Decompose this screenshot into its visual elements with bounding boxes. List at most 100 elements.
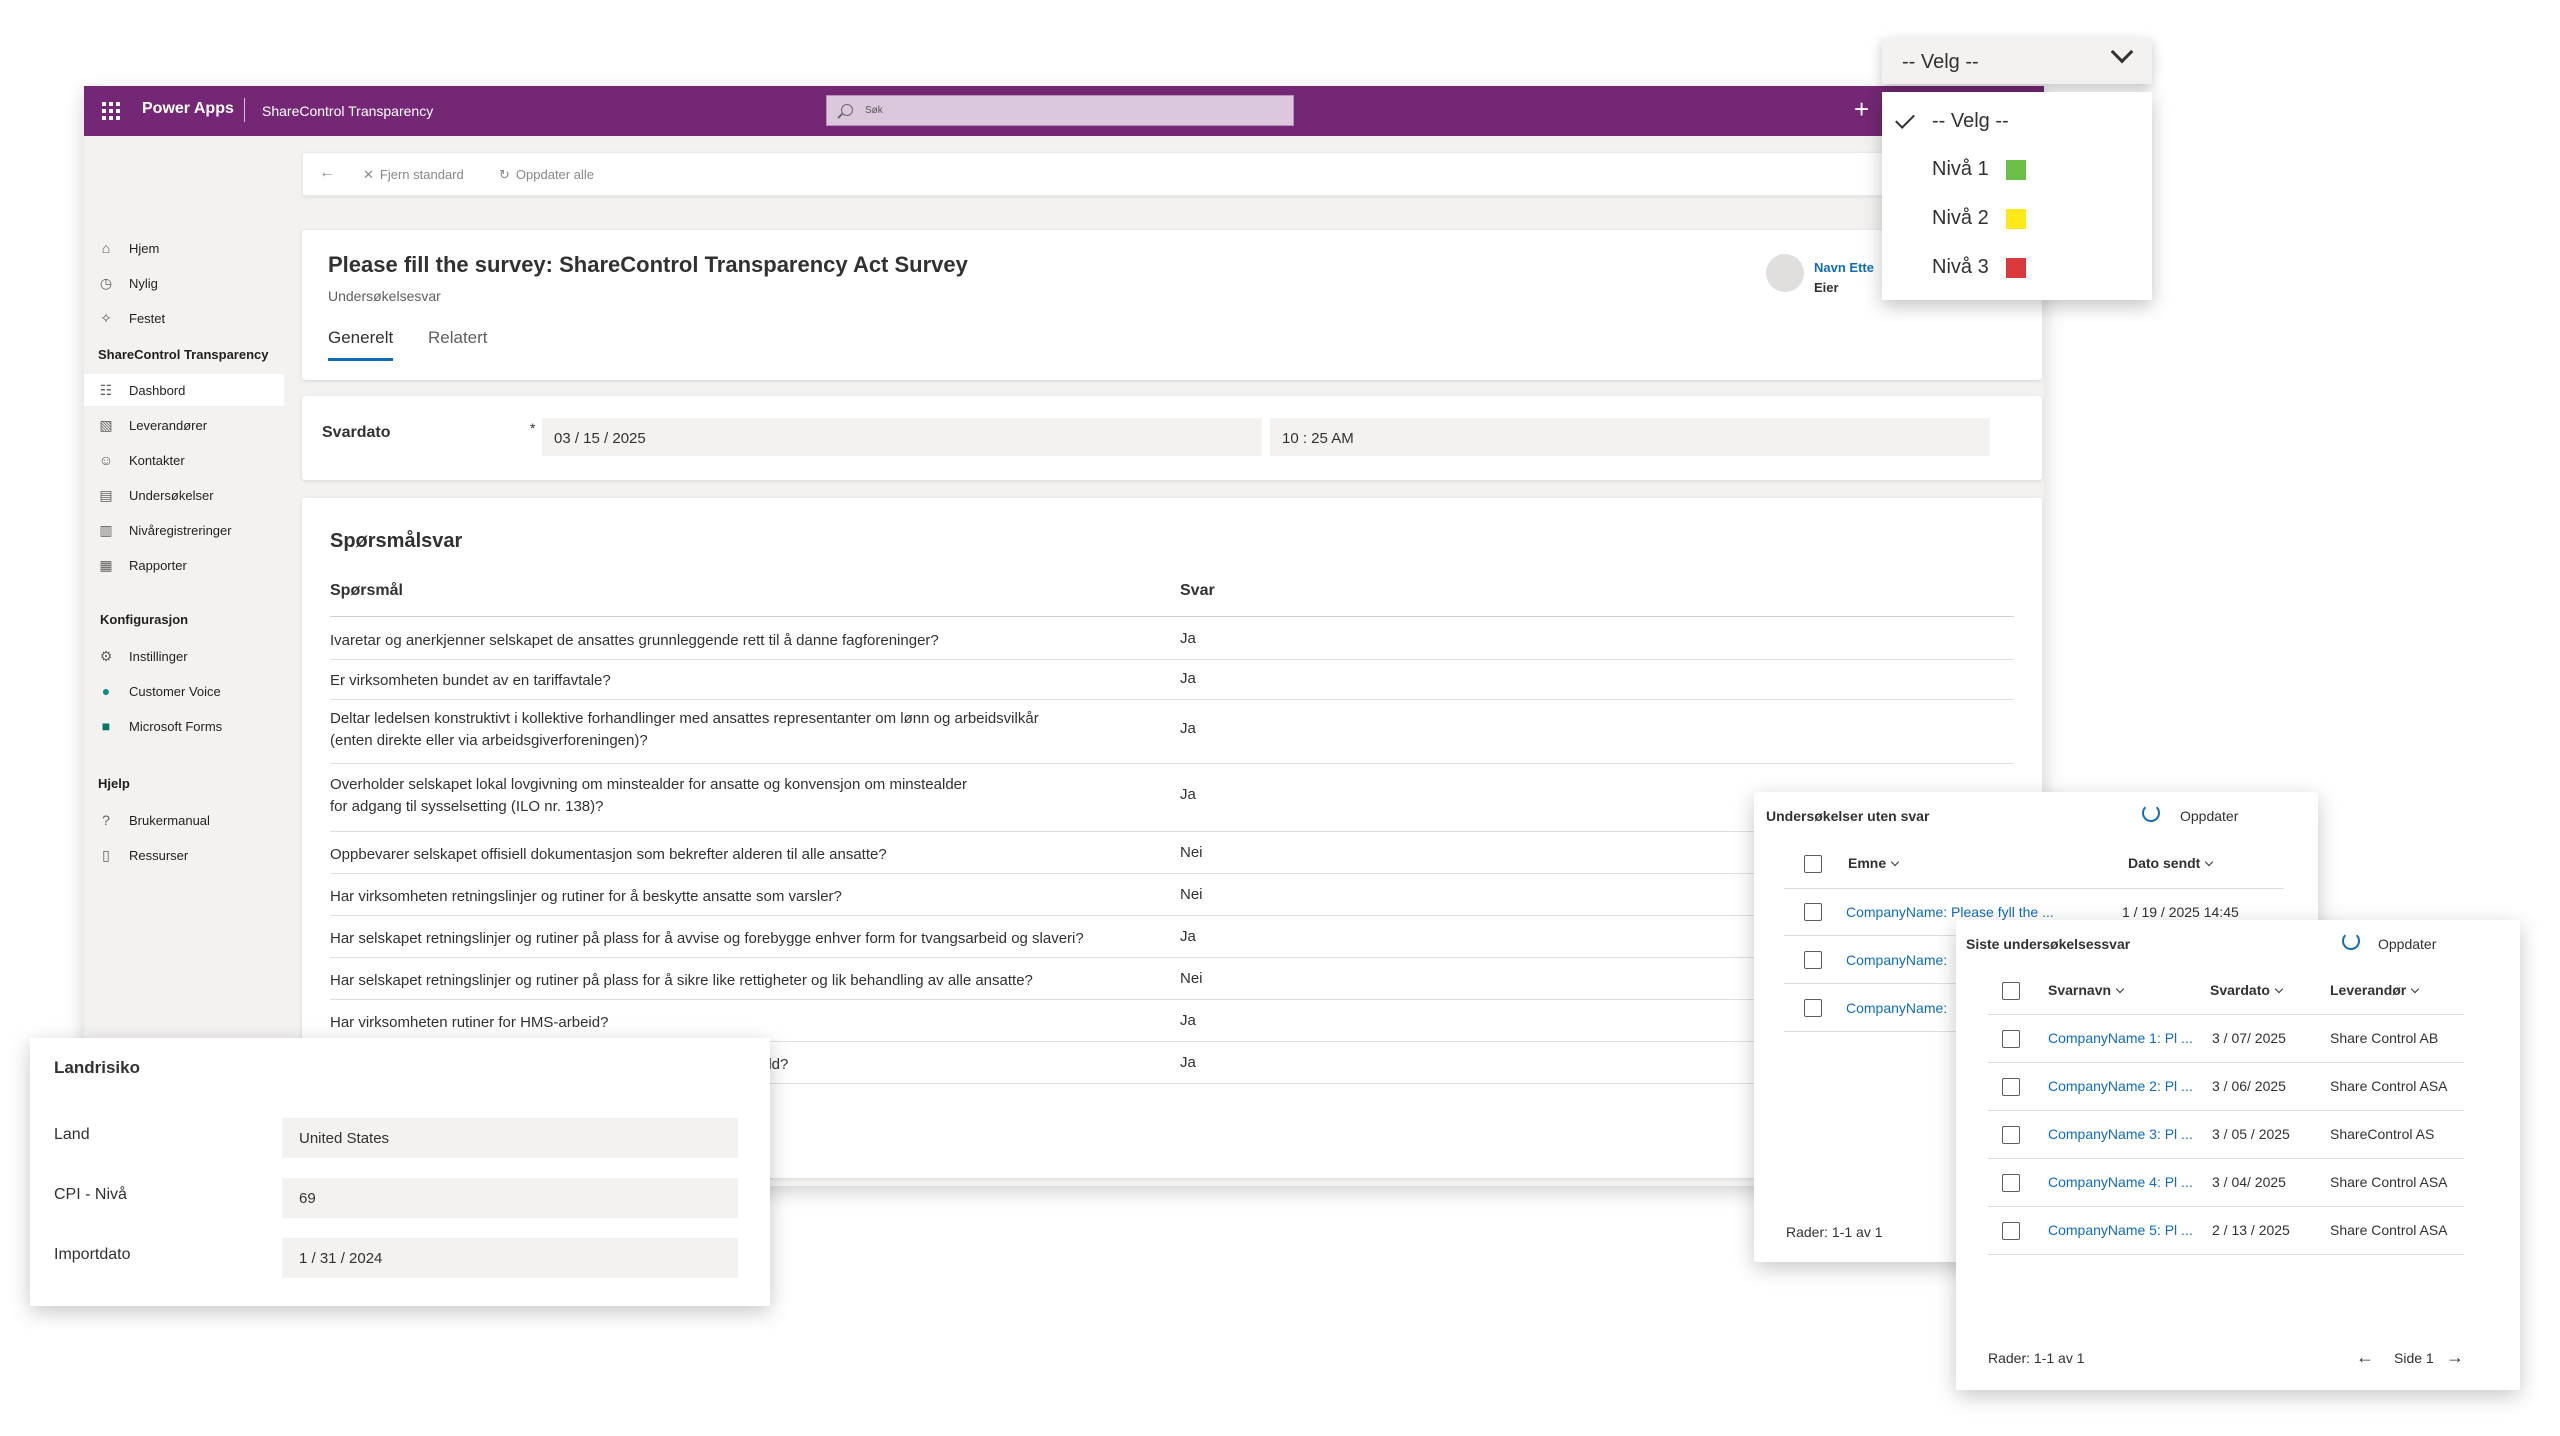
column-header-subject[interactable]: Emne bbox=[1848, 855, 1900, 871]
survey-link[interactable]: CompanyName: Please fyll the ... bbox=[1846, 904, 2056, 920]
table-row[interactable]: Deltar ledelsen konstruktivt i kollektiv… bbox=[330, 700, 2014, 764]
dropdown-option-niva-3[interactable]: Nivå 3 bbox=[1882, 242, 2152, 290]
level-3-swatch bbox=[2006, 258, 2026, 278]
answer-date-section: Svardato * 03 / 15 / 2025 10 : 25 AM bbox=[302, 396, 2042, 480]
sidebar-item-kontakter[interactable]: ☺ Kontakter bbox=[84, 444, 284, 476]
refresh-icon[interactable] bbox=[2342, 932, 2360, 950]
refresh-button[interactable]: Oppdater bbox=[2180, 808, 2238, 824]
chevron-down-icon bbox=[2110, 40, 2134, 64]
response-link[interactable]: CompanyName 1: Pl ... bbox=[2048, 1030, 2198, 1046]
row-checkbox[interactable] bbox=[2002, 1222, 2020, 1240]
question-text-line2: for adgang til sysselsetting (ILO nr. 13… bbox=[330, 798, 604, 815]
column-header-date[interactable]: Svardato bbox=[2210, 982, 2284, 998]
time-field[interactable]: 10 : 25 AM bbox=[1270, 418, 1990, 456]
questions-title: Spørsmålsvar bbox=[330, 530, 463, 552]
dropdown-option-niva-2[interactable]: Nivå 2 bbox=[1882, 193, 2152, 241]
app-name: Power Apps bbox=[142, 100, 234, 117]
response-supplier: Share Control ASA bbox=[2330, 1174, 2448, 1190]
dropdown-option-niva-1[interactable]: Nivå 1 bbox=[1882, 144, 2152, 192]
response-link[interactable]: CompanyName 4: Pl ... bbox=[2048, 1174, 2198, 1190]
owner-role: Eier bbox=[1814, 280, 1839, 295]
remove-default-button[interactable]: ✕ Fjern standard bbox=[363, 167, 464, 183]
column-header-supplier[interactable]: Leverandør bbox=[2330, 982, 2420, 998]
arrow-right-icon[interactable]: → bbox=[2446, 1347, 2464, 1368]
row-checkbox[interactable] bbox=[1804, 951, 1822, 969]
level-2-swatch bbox=[2006, 209, 2026, 229]
sidebar-item-rapporter[interactable]: ▦ Rapporter bbox=[84, 549, 284, 581]
tab-generelt[interactable]: Generelt bbox=[328, 328, 394, 361]
column-header-name[interactable]: Svarnavn bbox=[2048, 982, 2125, 998]
country-field[interactable]: United States bbox=[282, 1118, 738, 1158]
column-header-label: Dato sendt bbox=[2128, 855, 2201, 871]
search-input[interactable]: Søk bbox=[826, 95, 1294, 126]
option-label: Nivå 1 bbox=[1932, 158, 1989, 180]
survey-link[interactable]: CompanyName: bbox=[1846, 952, 1956, 968]
sidebar-item-undersokelser[interactable]: ▤ Undersøkelser bbox=[84, 479, 284, 511]
form-subtitle: Undersøkelsesvar bbox=[328, 288, 441, 304]
row-divider bbox=[1988, 1254, 2464, 1255]
sidebar-item-brukermanual[interactable]: ? Brukermanual bbox=[84, 804, 284, 836]
sidebar-item-nivaregistreringer[interactable]: ▥ Nivåregistreringer bbox=[84, 514, 284, 546]
sidebar-item-label: Ressurser bbox=[129, 848, 189, 863]
table-row[interactable]: Er virksomheten bundet av en tariffavtal… bbox=[330, 660, 2014, 700]
import-date-label: Importdato bbox=[54, 1246, 131, 1263]
plus-icon[interactable]: + bbox=[1854, 94, 1869, 125]
table-row[interactable]: Ivaretar og anerkjenner selskapet de ans… bbox=[330, 618, 2014, 660]
row-checkbox[interactable] bbox=[2002, 1030, 2020, 1048]
question-text: Har virksomheten rutiner for HMS-arbeid? bbox=[330, 1014, 609, 1031]
sidebar-item-label: Nylig bbox=[129, 276, 158, 291]
chevron-down-icon bbox=[2274, 984, 2284, 994]
answer-text: Ja bbox=[1180, 1012, 1196, 1029]
sidebar-item-nylig[interactable]: ◷ Nylig bbox=[84, 267, 284, 299]
tab-relatert[interactable]: Relatert bbox=[428, 328, 488, 348]
sidebar-item-leverandorer[interactable]: ▧ Leverandører bbox=[84, 409, 284, 441]
row-divider bbox=[1988, 1158, 2464, 1159]
survey-link[interactable]: CompanyName: bbox=[1846, 1000, 1956, 1016]
refresh-button[interactable]: Oppdater bbox=[2378, 936, 2436, 952]
response-supplier: Share Control ASA bbox=[2330, 1222, 2448, 1238]
row-checkbox[interactable] bbox=[1804, 999, 1822, 1017]
sidebar-item-label: Microsoft Forms bbox=[129, 719, 223, 734]
sidebar-item-festet[interactable]: ✧ Festet bbox=[84, 302, 284, 334]
sidebar-item-ressurser[interactable]: ▯ Ressurser bbox=[84, 839, 284, 871]
row-checkbox[interactable] bbox=[2002, 1078, 2020, 1096]
sidebar-item-dashbord[interactable]: ☷ Dashbord bbox=[84, 374, 284, 406]
sidebar: ⌂ Hjem ◷ Nylig ✧ Festet ShareControl Tra… bbox=[84, 136, 284, 1186]
row-checkbox[interactable] bbox=[2002, 1126, 2020, 1144]
back-button[interactable]: ← bbox=[319, 164, 335, 182]
response-link[interactable]: CompanyName 3: Pl ... bbox=[2048, 1126, 2198, 1142]
select-all-checkbox[interactable] bbox=[2002, 982, 2020, 1000]
row-checkbox[interactable] bbox=[1804, 903, 1822, 921]
select-all-checkbox[interactable] bbox=[1804, 855, 1822, 873]
environment-name[interactable]: ShareControl Transparency bbox=[262, 103, 433, 119]
response-link[interactable]: CompanyName 5: Pl ... bbox=[2048, 1222, 2198, 1238]
owner-name[interactable]: Navn Ette bbox=[1814, 260, 1874, 275]
pin-icon: ✧ bbox=[100, 310, 112, 326]
search-icon bbox=[841, 104, 853, 116]
column-header-sent[interactable]: Dato sendt bbox=[2128, 855, 2214, 871]
sidebar-item-customer-voice[interactable]: ● Customer Voice bbox=[84, 675, 284, 707]
sidebar-item-label: Brukermanual bbox=[129, 813, 210, 828]
row-checkbox[interactable] bbox=[2002, 1174, 2020, 1192]
refresh-icon[interactable] bbox=[2142, 804, 2160, 822]
dropdown-option-velg[interactable]: -- Velg -- bbox=[1882, 96, 2152, 144]
level-dropdown[interactable]: -- Velg -- bbox=[1882, 38, 2152, 84]
column-header-answer: Svar bbox=[1180, 582, 1215, 599]
refresh-icon: ↻ bbox=[499, 167, 510, 182]
response-date: 3 / 05 / 2025 bbox=[2212, 1126, 2290, 1142]
import-date-field[interactable]: 1 / 31 / 2024 bbox=[282, 1238, 738, 1278]
arrow-left-icon[interactable]: ← bbox=[2356, 1347, 2374, 1368]
sidebar-item-label: Rapporter bbox=[129, 558, 187, 573]
refresh-all-button[interactable]: ↻ Oppdater alle bbox=[499, 167, 594, 183]
answer-text: Ja bbox=[1180, 1054, 1196, 1071]
answer-text: Ja bbox=[1180, 928, 1196, 945]
sidebar-item-microsoft-forms[interactable]: ■ Microsoft Forms bbox=[84, 710, 284, 742]
waffle-icon[interactable] bbox=[100, 100, 122, 122]
question-text: Oppbevarer selskapet offisiell dokumenta… bbox=[330, 846, 887, 863]
level-1-swatch bbox=[2006, 160, 2026, 180]
response-link[interactable]: CompanyName 2: Pl ... bbox=[2048, 1078, 2198, 1094]
date-field[interactable]: 03 / 15 / 2025 bbox=[542, 418, 1262, 456]
cpi-level-field[interactable]: 69 bbox=[282, 1178, 738, 1218]
sidebar-item-instillinger[interactable]: ⚙ Instillinger bbox=[84, 640, 284, 672]
sidebar-item-hjem[interactable]: ⌂ Hjem bbox=[84, 232, 284, 264]
